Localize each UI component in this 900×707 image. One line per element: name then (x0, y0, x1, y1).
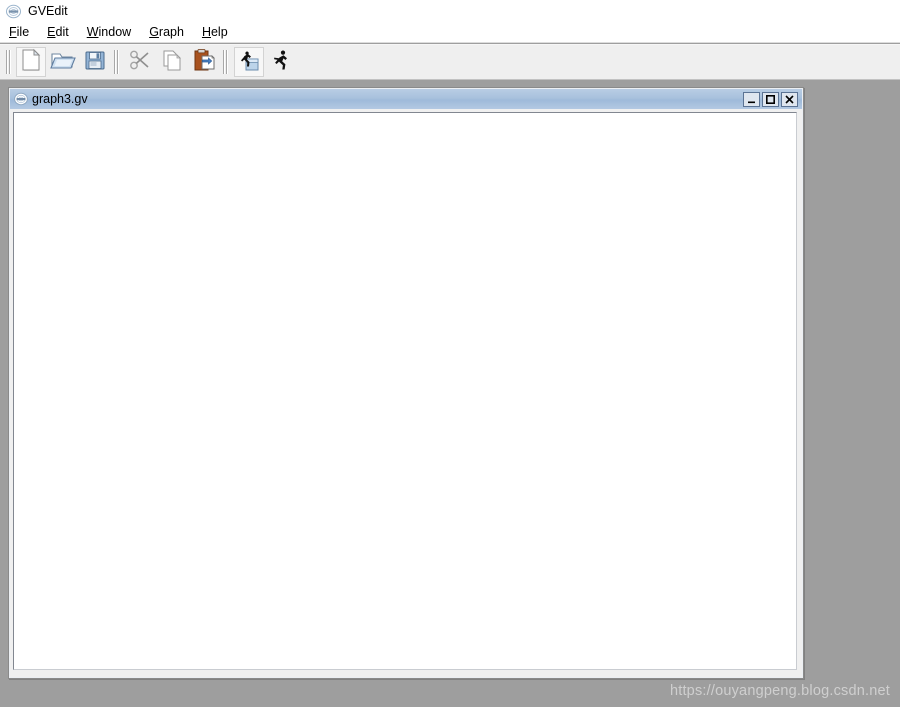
menu-help-label: elp (210, 24, 228, 39)
run-settings-icon (237, 48, 261, 77)
close-button[interactable] (781, 91, 798, 107)
toolbar (0, 44, 900, 80)
watermark-text: https://ouyangpeng.blog.csdn.net (669, 683, 890, 699)
menu-window-mnemonic: W (86, 24, 99, 39)
menu-window-label: indow (98, 24, 132, 39)
paste-clipboard-icon (192, 48, 216, 77)
menubar: File Edit Window Graph Help (0, 22, 900, 43)
minimize-button[interactable] (743, 91, 760, 107)
menu-file-mnemonic: F (9, 24, 17, 39)
menu-graph[interactable]: Graph (140, 24, 193, 41)
application-window: GVEdit File Edit Window Graph Help graph… (0, 0, 900, 707)
mdi-client-area: graph3.gv (0, 81, 900, 707)
copy-pages-icon (160, 48, 184, 77)
new-file-button[interactable] (16, 47, 46, 77)
menu-window[interactable]: Window (78, 24, 140, 41)
page-title: GVEdit (28, 3, 68, 18)
child-window-title: graph3.gv (32, 91, 88, 106)
new-file-icon (20, 48, 42, 77)
graph-source-editor[interactable] (13, 112, 797, 670)
open-file-button[interactable] (48, 47, 78, 77)
graphviz-logo-icon (14, 92, 28, 106)
menu-help[interactable]: Help (193, 24, 237, 41)
copy-button[interactable] (157, 47, 187, 77)
window-titlebar: GVEdit (0, 0, 900, 22)
toolbar-grip-1[interactable] (4, 49, 12, 75)
menu-edit-mnemonic: E (47, 24, 56, 39)
child-window-controls (743, 91, 800, 107)
paste-button[interactable] (189, 47, 219, 77)
menu-file[interactable]: File (0, 24, 38, 41)
menu-graph-label: raph (158, 24, 184, 39)
save-file-button[interactable] (80, 47, 110, 77)
child-window-titlebar[interactable]: graph3.gv (10, 89, 802, 109)
child-window-body (10, 109, 802, 677)
menu-edit[interactable]: Edit (38, 24, 78, 41)
menu-edit-label: dit (55, 24, 69, 39)
menu-file-label: ile (16, 24, 30, 39)
cut-button[interactable] (125, 47, 155, 77)
menu-help-mnemonic: H (201, 24, 211, 39)
toolbar-separator-1 (113, 49, 122, 75)
run-person-icon (269, 48, 293, 77)
cut-scissors-icon (128, 48, 152, 77)
toolbar-separator-2 (222, 49, 231, 75)
menu-graph-mnemonic: G (149, 24, 159, 39)
graphviz-logo-icon (6, 4, 21, 19)
maximize-button[interactable] (762, 91, 779, 107)
run-button[interactable] (266, 47, 296, 77)
layout-settings-button[interactable] (234, 47, 264, 77)
open-folder-icon (50, 48, 76, 77)
save-floppy-icon (83, 48, 107, 77)
child-window-graph3: graph3.gv (8, 87, 804, 679)
